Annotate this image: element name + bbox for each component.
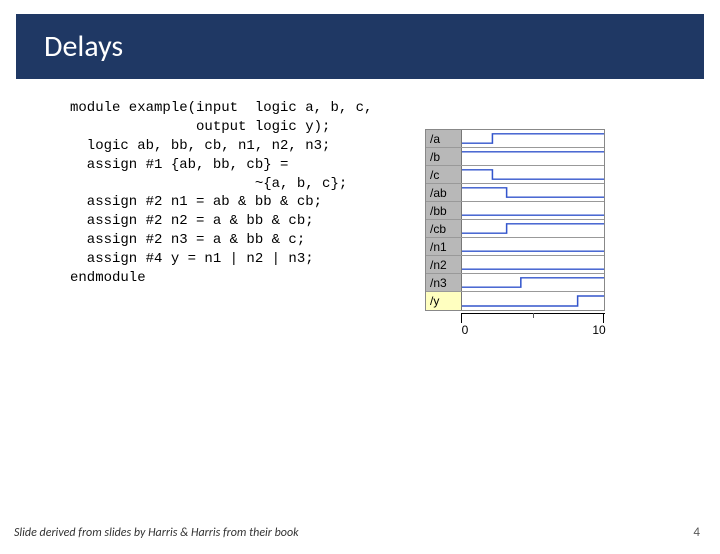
signal-name: /ab [426, 184, 462, 201]
slide-content: module example(input logic a, b, c, outp… [0, 79, 720, 288]
slide-title: Delays [16, 14, 704, 79]
signal-name: /y [426, 292, 462, 310]
signal-wave [462, 220, 604, 237]
tick-10 [603, 313, 604, 323]
signal-row: /y [426, 292, 604, 310]
tick-minor [533, 313, 534, 318]
signal-wave [462, 130, 604, 147]
footer-attribution: Slide derived from slides by Harris & Ha… [14, 526, 299, 540]
signal-row: /ab [426, 184, 604, 202]
signal-row: /n2 [426, 256, 604, 274]
signal-row: /a [426, 130, 604, 148]
tick-0 [461, 313, 462, 323]
time-label-0: 0 [462, 323, 469, 337]
signal-name: /n2 [426, 256, 462, 273]
signal-wave [462, 292, 604, 310]
signal-wave [462, 238, 604, 255]
waveform-viewer: /a/b/c/ab/bb/cb/n1/n2/n3/y 0 10 [425, 129, 605, 341]
time-label-10: 10 [592, 323, 605, 337]
signal-row: /n1 [426, 238, 604, 256]
signal-row: /b [426, 148, 604, 166]
signal-name: /cb [426, 220, 462, 237]
signal-wave [462, 202, 604, 219]
signal-wave [462, 148, 604, 165]
signal-name: /n1 [426, 238, 462, 255]
signal-wave [462, 274, 604, 291]
signal-name: /a [426, 130, 462, 147]
signal-name: /c [426, 166, 462, 183]
signal-wave [462, 166, 604, 183]
signal-wave [462, 184, 604, 201]
signal-name: /bb [426, 202, 462, 219]
signal-row: /c [426, 166, 604, 184]
signal-row: /n3 [426, 274, 604, 292]
signal-wave [462, 256, 604, 273]
signal-row: /cb [426, 220, 604, 238]
signal-name: /b [426, 148, 462, 165]
time-axis: 0 10 [425, 313, 605, 341]
signal-name: /n3 [426, 274, 462, 291]
signal-row: /bb [426, 202, 604, 220]
signal-list: /a/b/c/ab/bb/cb/n1/n2/n3/y [425, 129, 605, 311]
page-number: 4 [693, 525, 700, 540]
